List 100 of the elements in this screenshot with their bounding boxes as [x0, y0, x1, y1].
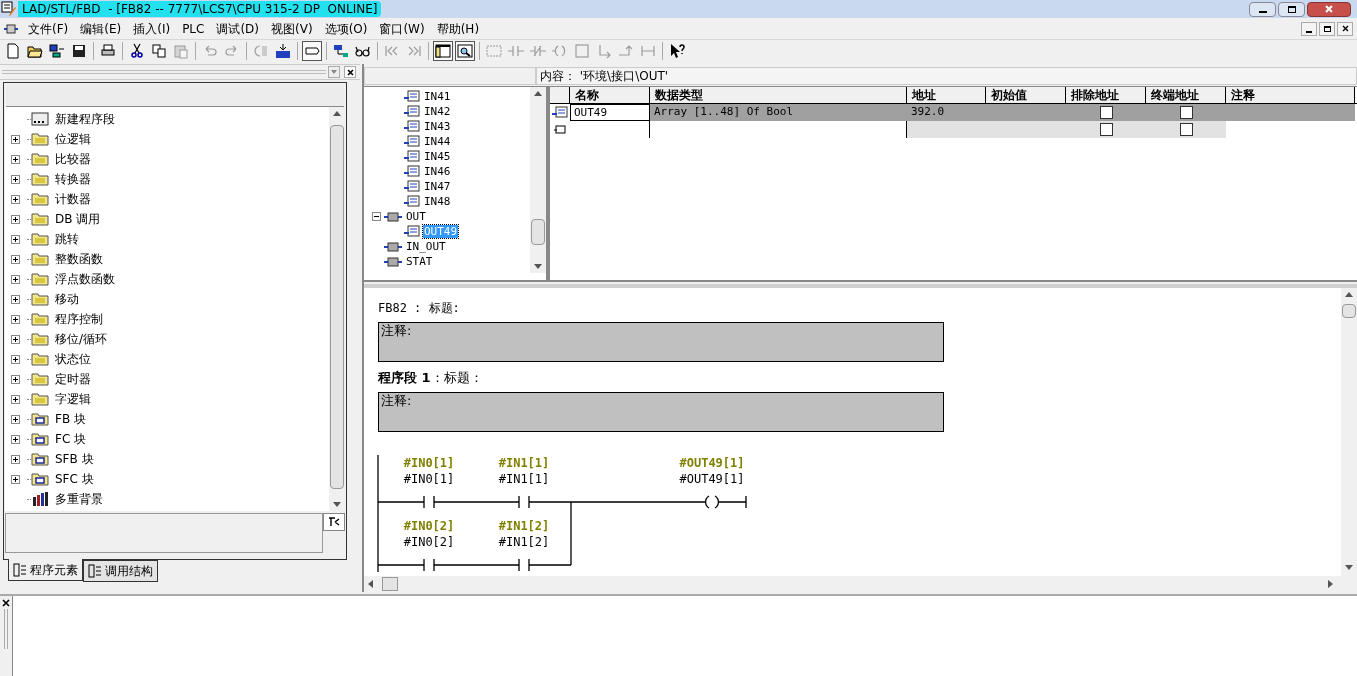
tree-item[interactable]: OUT [405, 210, 427, 223]
expand-icon[interactable] [11, 354, 20, 364]
scroll-thumb[interactable] [330, 125, 344, 489]
menu-item[interactable]: 文件(F) [22, 19, 75, 38]
checkbox[interactable] [1179, 106, 1193, 119]
dropdown-button[interactable] [328, 66, 340, 78]
close-button[interactable] [1307, 1, 1351, 17]
column-header[interactable]: 注释 [1226, 87, 1355, 103]
tree-item[interactable]: SFC 块 [54, 470, 95, 488]
expand-icon[interactable] [11, 234, 20, 244]
tree-item[interactable]: 程序控制 [54, 310, 104, 328]
tree-item[interactable]: 跳转 [54, 230, 80, 248]
column-header[interactable]: 排除地址 [1066, 87, 1146, 103]
tree-item[interactable]: FC 块 [54, 430, 88, 448]
scroll-right-icon[interactable] [1328, 580, 1333, 588]
expand-icon[interactable] [11, 274, 20, 284]
insert-button[interactable] [323, 513, 345, 531]
tree-item[interactable]: IN44 [423, 135, 452, 148]
scroll-thumb[interactable] [1342, 304, 1356, 318]
comment-box[interactable]: 注释: [378, 322, 944, 362]
column-header[interactable]: 名称 [570, 87, 650, 103]
expand-icon[interactable] [11, 174, 20, 184]
column-header[interactable]: 地址 [907, 87, 986, 103]
child-restore-button[interactable] [1319, 21, 1335, 36]
tree-item[interactable]: IN_OUT [405, 240, 447, 253]
table-cell[interactable]: OUT49 [570, 104, 650, 121]
close-icon[interactable] [2, 599, 10, 607]
panel-tab[interactable]: 调用结构 [83, 560, 158, 582]
tree-item[interactable]: IN45 [423, 150, 452, 163]
document-icon[interactable] [4, 23, 18, 34]
expand-icon[interactable] [11, 394, 20, 404]
minimize-button[interactable] [1249, 1, 1276, 17]
tree-item[interactable]: 计数器 [54, 190, 92, 208]
scroll-down-icon[interactable] [333, 502, 341, 507]
tree-item[interactable]: 移位/循环 [54, 330, 109, 348]
column-header[interactable]: 终端地址 [1146, 87, 1226, 103]
tree-item[interactable]: 多重背景 [54, 490, 104, 508]
copy-button[interactable] [149, 41, 169, 61]
scroll-up-icon[interactable] [333, 111, 341, 116]
expand-icon[interactable] [11, 194, 20, 204]
expand-icon[interactable] [11, 374, 20, 384]
menu-item[interactable]: PLC [176, 19, 211, 38]
comment-box[interactable]: 注释: [378, 392, 944, 432]
scroll-thumb[interactable] [531, 219, 545, 245]
tree-item[interactable]: FB 块 [54, 410, 87, 428]
expand-icon[interactable] [11, 474, 20, 484]
tree-item[interactable]: IN41 [423, 90, 452, 103]
download-button[interactable] [273, 41, 293, 61]
checkbox[interactable] [1179, 123, 1193, 136]
tree-item[interactable]: 字逻辑 [54, 390, 92, 408]
overview-button[interactable] [433, 41, 453, 61]
checkbox[interactable] [1099, 123, 1113, 136]
comment-button[interactable] [302, 41, 322, 61]
menu-item[interactable]: 视图(V) [265, 19, 319, 38]
expand-icon[interactable] [11, 134, 20, 144]
scroll-up-icon[interactable] [534, 91, 542, 96]
expand-icon[interactable] [11, 294, 20, 304]
tree-item[interactable]: 定时器 [54, 370, 92, 388]
tree-item[interactable]: 整数函数 [54, 250, 104, 268]
tree-item[interactable]: 转换器 [54, 170, 92, 188]
menu-item[interactable]: 选项(O) [318, 19, 374, 38]
checkbox[interactable] [1099, 106, 1113, 119]
tree-item[interactable]: 新建程序段 [54, 110, 116, 128]
menu-item[interactable]: 窗口(W) [373, 19, 431, 38]
tree-item[interactable]: IN48 [423, 195, 452, 208]
expand-icon[interactable] [11, 214, 20, 224]
menu-item[interactable]: 插入(I) [127, 19, 177, 38]
expand-icon[interactable] [11, 334, 20, 344]
panel-close-button[interactable] [344, 66, 356, 78]
scroll-left-icon[interactable] [368, 580, 373, 588]
scroll-down-icon[interactable] [1345, 565, 1353, 570]
tree-item[interactable]: STAT [405, 255, 434, 268]
tree-item[interactable]: SFB 块 [54, 450, 95, 468]
child-close-button[interactable] [1337, 21, 1353, 36]
column-header[interactable]: 初始值 [986, 87, 1066, 103]
menu-item[interactable]: 帮助(H) [430, 19, 486, 38]
restore-button[interactable] [1278, 1, 1305, 17]
expand-icon[interactable] [11, 414, 20, 424]
scroll-down-icon[interactable] [534, 264, 542, 269]
expand-icon[interactable] [11, 314, 20, 324]
tree-item[interactable]: 状态位 [54, 350, 92, 368]
tree-item[interactable]: IN46 [423, 165, 452, 178]
nodes-button[interactable] [47, 41, 67, 61]
menu-item[interactable]: 编辑(E) [74, 19, 128, 38]
column-header[interactable]: 数据类型 [650, 87, 907, 103]
tree-item[interactable]: 浮点数函数 [54, 270, 116, 288]
tree-item[interactable]: IN42 [423, 105, 452, 118]
expand-icon[interactable] [11, 434, 20, 444]
tree-item[interactable]: IN47 [423, 180, 452, 193]
tree-item[interactable]: 移动 [54, 290, 80, 308]
expand-icon[interactable] [11, 454, 20, 464]
zoom-button[interactable] [455, 41, 475, 61]
scroll-up-icon[interactable] [1345, 292, 1353, 297]
menu-item[interactable]: 调试(D) [210, 19, 266, 38]
scroll-thumb[interactable] [382, 577, 398, 591]
tree-item[interactable]: 比较器 [54, 150, 92, 168]
panel-tab[interactable]: 程序元素 [8, 559, 83, 581]
vertical-scrollbar[interactable] [329, 107, 345, 511]
vertical-scrollbar[interactable] [530, 87, 546, 273]
child-minimize-button[interactable] [1301, 21, 1317, 36]
